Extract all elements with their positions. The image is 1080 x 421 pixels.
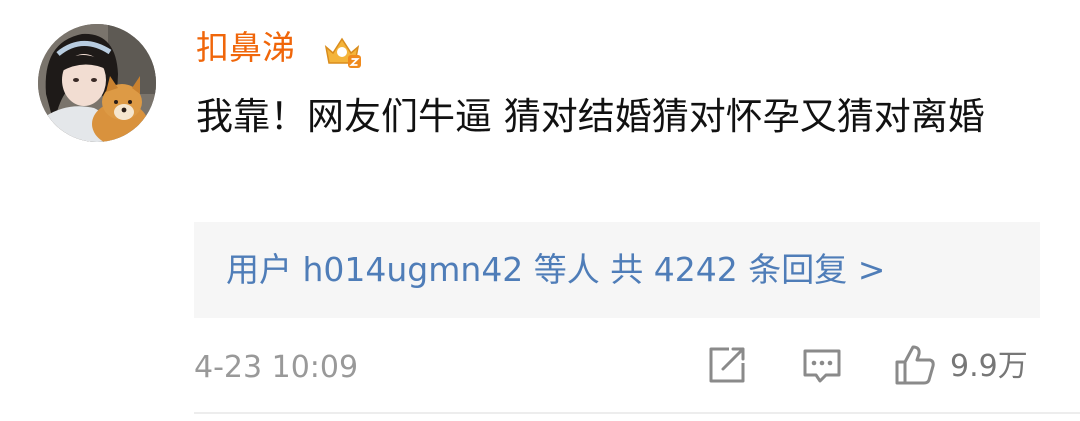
like-button[interactable]: 9.9万 — [892, 344, 1052, 390]
comment-icon — [800, 343, 844, 391]
reply-summary-link[interactable]: 用户 h014ugmn42 等人 共 4242 条回复 > — [226, 250, 885, 290]
thumbs-up-icon — [892, 342, 938, 392]
comment-text: 我靠！网友们牛逼 猜对结婚猜对怀孕又猜对离婚 — [196, 95, 985, 138]
reply-button[interactable] — [800, 344, 848, 390]
vip-crown-icon — [322, 33, 362, 71]
reply-summary-box[interactable]: 用户 h014ugmn42 等人 共 4242 条回复 > — [194, 222, 1040, 318]
comment-card: 扣鼻涕 我靠！网友们牛逼 猜对结婚猜对怀孕又猜对离婚 用户 h014ugmn42… — [0, 0, 1080, 421]
like-count: 9.9万 — [950, 349, 1028, 384]
divider — [194, 412, 1080, 414]
username[interactable]: 扣鼻涕 — [196, 28, 295, 68]
timestamp: 4-23 10:09 — [194, 350, 359, 385]
share-icon — [705, 343, 749, 391]
share-button[interactable] — [705, 344, 753, 390]
avatar[interactable] — [38, 24, 156, 142]
